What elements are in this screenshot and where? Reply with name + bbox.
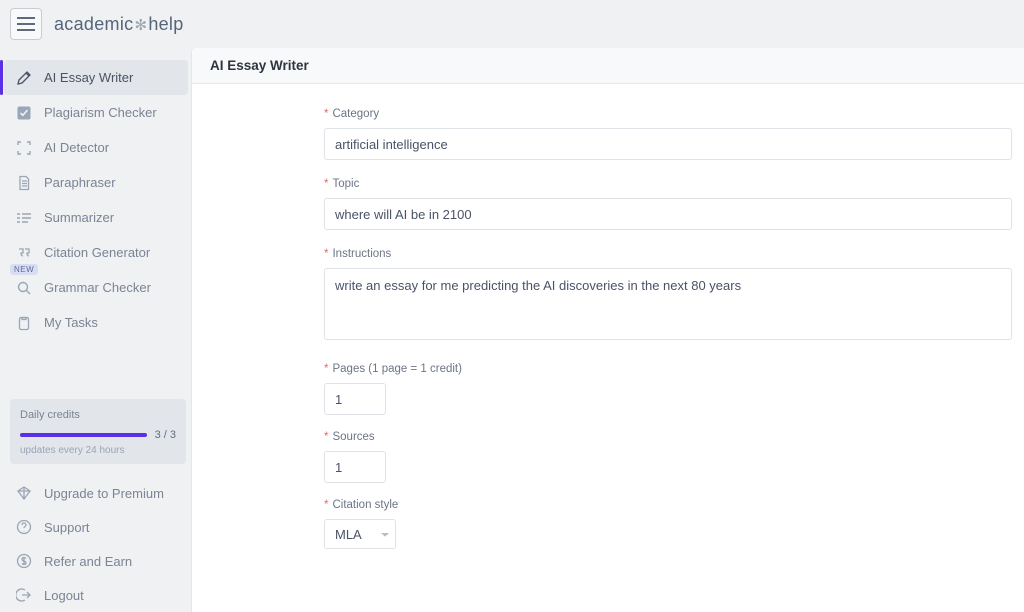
question-icon [14, 517, 34, 537]
list-icon [14, 208, 34, 228]
sidebar-item-label: Plagiarism Checker [44, 105, 157, 120]
credits-bar [20, 433, 147, 437]
dollar-icon [14, 551, 34, 571]
sidebar-item-ai-essay-writer[interactable]: AI Essay Writer [4, 60, 188, 95]
footer-item-support[interactable]: Support [4, 510, 192, 544]
label-citation: *Citation style [324, 499, 1024, 511]
label-instructions: *Instructions [324, 248, 1024, 260]
logo-part-2: help [148, 14, 183, 35]
sidebar-item-summarizer[interactable]: Summarizer [4, 200, 188, 235]
document-icon [14, 173, 34, 193]
sources-input[interactable] [324, 451, 386, 483]
credits-count: 3 / 3 [155, 429, 176, 441]
footer-item-label: Support [44, 520, 90, 535]
star-icon: ✻ [134, 16, 147, 34]
scan-icon [14, 138, 34, 158]
pages-input[interactable] [324, 383, 386, 415]
diamond-icon [14, 483, 34, 503]
sidebar-item-label: AI Essay Writer [44, 70, 133, 85]
sidebar-item-label: Grammar Checker [44, 280, 151, 295]
credits-card: Daily credits 3 / 3 updates every 24 hou… [10, 399, 186, 464]
logout-icon [14, 585, 34, 605]
category-input[interactable] [324, 128, 1012, 160]
sidebar-item-label: My Tasks [44, 315, 98, 330]
sidebar-item-ai-detector[interactable]: AI Detector [4, 130, 188, 165]
label-category: *Category [324, 108, 1024, 120]
sidebar-item-paraphraser[interactable]: Paraphraser [4, 165, 188, 200]
app-logo: academic✻help [54, 14, 184, 35]
sidebar-item-plagiarism-checker[interactable]: Plagiarism Checker [4, 95, 188, 130]
sidebar-item-label: AI Detector [44, 140, 109, 155]
footer-item-label: Logout [44, 588, 84, 603]
form-area: *Category *Topic *Instructions *Pages (1… [192, 84, 1024, 612]
footer-item-logout[interactable]: Logout [4, 578, 192, 612]
hamburger-icon [17, 17, 35, 31]
topic-input[interactable] [324, 198, 1012, 230]
footer-item-label: Refer and Earn [44, 554, 132, 569]
main-panel: AI Essay Writer *Category *Topic *Instru… [192, 48, 1024, 612]
quote-icon [14, 243, 34, 263]
citation-select[interactable]: MLA [324, 519, 396, 549]
logo-part-1: academic [54, 14, 133, 35]
credits-subtext: updates every 24 hours [20, 445, 176, 456]
topbar: academic✻help [0, 0, 1024, 48]
instructions-textarea[interactable] [324, 268, 1012, 340]
credits-title: Daily credits [20, 409, 176, 421]
pencil-icon [14, 68, 34, 88]
sidebar-item-my-tasks[interactable]: My Tasks [4, 305, 188, 340]
label-sources: *Sources [324, 431, 1024, 443]
footer-item-label: Upgrade to Premium [44, 486, 164, 501]
sidebar-item-label: Summarizer [44, 210, 114, 225]
sidebar-item-grammar-checker[interactable]: NEW Grammar Checker [4, 270, 188, 305]
sidebar: AI Essay Writer Plagiarism Checker AI De… [0, 48, 192, 612]
label-topic: *Topic [324, 178, 1024, 190]
check-square-icon [14, 103, 34, 123]
sidebar-item-label: Paraphraser [44, 175, 116, 190]
clipboard-icon [14, 313, 34, 333]
page-title: AI Essay Writer [192, 48, 1024, 84]
menu-toggle-button[interactable] [10, 8, 42, 40]
scrolled-content-edge [324, 84, 382, 88]
new-badge: NEW [10, 264, 38, 275]
footer-item-upgrade[interactable]: Upgrade to Premium [4, 476, 192, 510]
magnify-icon [14, 278, 34, 298]
footer-item-refer[interactable]: Refer and Earn [4, 544, 192, 578]
sidebar-item-label: Citation Generator [44, 245, 150, 260]
label-pages: *Pages (1 page = 1 credit) [324, 363, 1024, 375]
